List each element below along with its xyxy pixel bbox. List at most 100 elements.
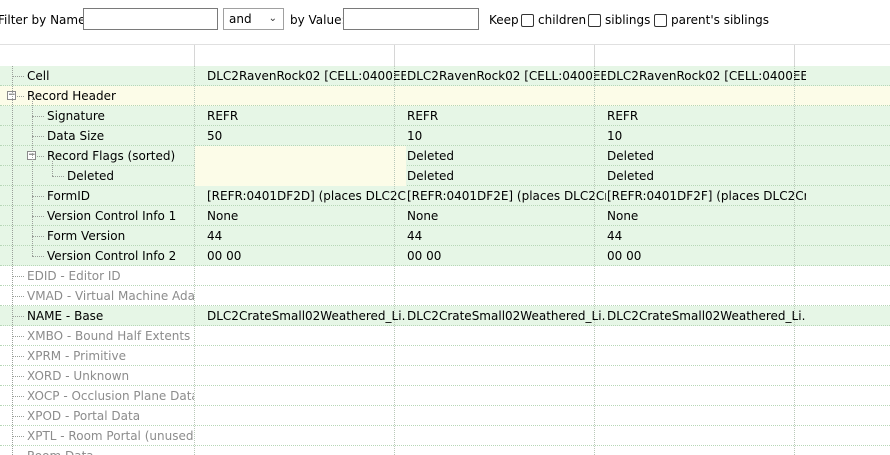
row-value[interactable]: 44: [195, 226, 406, 246]
tree-row-version-control-2[interactable]: Version Control Info 2 00 00 00 00 00 00: [0, 246, 890, 266]
row-value[interactable]: [595, 326, 806, 346]
tree-row-xocp[interactable]: XOCP - Occlusion Plane Data: [0, 386, 890, 406]
tree-row-xpod[interactable]: XPOD - Portal Data: [0, 406, 890, 426]
row-value[interactable]: [595, 446, 806, 455]
tree-row-record-flags[interactable]: − Record Flags (sorted) Deleted Deleted: [0, 146, 890, 166]
row-value[interactable]: DLC2CrateSmall02Weathered_Li...: [595, 306, 806, 326]
tree-row-xmbo[interactable]: XMBO - Bound Half Extents: [0, 326, 890, 346]
tree-row-xprm[interactable]: XPRM - Primitive: [0, 346, 890, 366]
keep-children-checkbox[interactable]: children: [521, 0, 586, 40]
row-value[interactable]: DLC2RavenRock02 [CELL:0400EE...: [195, 66, 406, 86]
row-value[interactable]: DLC2CrateSmall02Weathered_Li...: [395, 306, 606, 326]
row-value[interactable]: [395, 346, 606, 366]
row-value[interactable]: [195, 86, 406, 106]
tree-row-edid[interactable]: EDID - Editor ID: [0, 266, 890, 286]
filter-value-input[interactable]: [343, 8, 479, 30]
row-value[interactable]: [395, 286, 606, 306]
row-value[interactable]: [595, 386, 806, 406]
row-value[interactable]: [195, 266, 406, 286]
keep-parents-siblings-checkbox[interactable]: parent's siblings: [654, 0, 769, 40]
operator-select[interactable]: and ⌄: [223, 8, 284, 30]
row-label: Version Control Info 2: [47, 249, 177, 263]
row-value[interactable]: [595, 266, 806, 286]
checkbox-icon[interactable]: [654, 13, 667, 27]
row-value[interactable]: Deleted: [595, 146, 806, 166]
row-value[interactable]: Deleted: [595, 166, 806, 186]
row-value[interactable]: DLC2RavenRock02 [CELL:0400EE...: [395, 66, 606, 86]
tree-row-formid[interactable]: FormID [REFR:0401DF2D] (places DLC2Cr...…: [0, 186, 890, 206]
tree-row-form-version[interactable]: Form Version 44 44 44: [0, 226, 890, 246]
chevron-down-icon: ⌄: [268, 13, 277, 24]
by-value-label: by Value:: [290, 13, 346, 27]
row-value[interactable]: 00 00: [195, 246, 406, 266]
row-value[interactable]: [595, 86, 806, 106]
row-value[interactable]: [395, 366, 606, 386]
row-value[interactable]: 50: [195, 126, 406, 146]
row-value[interactable]: 44: [595, 226, 806, 246]
tree-row-name-base[interactable]: NAME - Base DLC2CrateSmall02Weathered_Li…: [0, 306, 890, 326]
row-value[interactable]: [195, 446, 406, 455]
row-value[interactable]: [595, 366, 806, 386]
row-value[interactable]: [195, 326, 406, 346]
row-value[interactable]: [REFR:0401DF2E] (places DLC2Cr...: [395, 186, 606, 206]
row-value[interactable]: [195, 406, 406, 426]
tree-row-vmad[interactable]: VMAD - Virtual Machine Ada...: [0, 286, 890, 306]
row-value[interactable]: [195, 366, 406, 386]
checkbox-icon[interactable]: [521, 13, 534, 27]
row-value[interactable]: [595, 426, 806, 446]
row-value[interactable]: [195, 426, 406, 446]
row-value[interactable]: 00 00: [395, 246, 606, 266]
row-label: Signature: [47, 109, 105, 123]
row-value[interactable]: DLC2CrateSmall02Weathered_Li...: [195, 306, 406, 326]
row-value[interactable]: None: [595, 206, 806, 226]
row-value[interactable]: REFR: [595, 106, 806, 126]
row-value[interactable]: 10: [595, 126, 806, 146]
checkbox-icon[interactable]: [588, 13, 601, 27]
row-value[interactable]: REFR: [195, 106, 406, 126]
row-value[interactable]: [195, 286, 406, 306]
row-value[interactable]: REFR: [395, 106, 606, 126]
row-value[interactable]: 00 00: [595, 246, 806, 266]
tree-row-cell[interactable]: Cell DLC2RavenRock02 [CELL:0400EE... DLC…: [0, 66, 890, 86]
row-value[interactable]: [595, 406, 806, 426]
row-value[interactable]: None: [195, 206, 406, 226]
row-label: Record Header: [27, 89, 116, 103]
row-value[interactable]: [395, 266, 606, 286]
row-value[interactable]: [395, 406, 606, 426]
row-value[interactable]: [195, 386, 406, 406]
row-value[interactable]: [395, 426, 606, 446]
row-value[interactable]: DLC2RavenRock02 [CELL:0400EE...: [595, 66, 806, 86]
tree-row-deleted-flag[interactable]: Deleted Deleted Deleted: [0, 166, 890, 186]
row-value[interactable]: [395, 86, 606, 106]
row-value[interactable]: [395, 326, 606, 346]
row-value[interactable]: [395, 386, 606, 406]
tree-row-xptl[interactable]: XPTL - Room Portal (unused): [0, 426, 890, 446]
row-label: XPRM - Primitive: [27, 349, 126, 363]
row-value[interactable]: [195, 166, 406, 186]
row-value[interactable]: [195, 146, 406, 166]
filter-name-input[interactable]: [83, 8, 218, 30]
row-value[interactable]: Deleted: [395, 146, 606, 166]
tree-row-data-size[interactable]: Data Size 50 10 10: [0, 126, 890, 146]
column-header-record-1[interactable]: [195, 45, 395, 66]
row-value[interactable]: 44: [395, 226, 606, 246]
keep-siblings-checkbox[interactable]: siblings: [588, 0, 650, 40]
row-value[interactable]: [595, 346, 806, 366]
row-value[interactable]: [REFR:0401DF2D] (places DLC2Cr...: [195, 186, 406, 206]
row-value[interactable]: Deleted: [395, 166, 606, 186]
column-header-record-2[interactable]: [395, 45, 595, 66]
row-value[interactable]: [395, 446, 606, 455]
tree-row-room-data[interactable]: Room Data: [0, 446, 890, 455]
column-header-field[interactable]: [0, 45, 195, 66]
row-value[interactable]: [195, 346, 406, 366]
row-value[interactable]: [REFR:0401DF2F] (places DLC2Cr...: [595, 186, 806, 206]
tree-row-signature[interactable]: Signature REFR REFR REFR: [0, 106, 890, 126]
row-value[interactable]: [595, 286, 806, 306]
tree-row-xord[interactable]: XORD - Unknown: [0, 366, 890, 386]
tree-row-version-control-1[interactable]: Version Control Info 1 None None None: [0, 206, 890, 226]
row-value[interactable]: 10: [395, 126, 606, 146]
row-label: Version Control Info 1: [47, 209, 177, 223]
column-header-record-3[interactable]: [595, 45, 795, 66]
tree-row-record-header[interactable]: − Record Header: [0, 86, 890, 106]
row-value[interactable]: None: [395, 206, 606, 226]
